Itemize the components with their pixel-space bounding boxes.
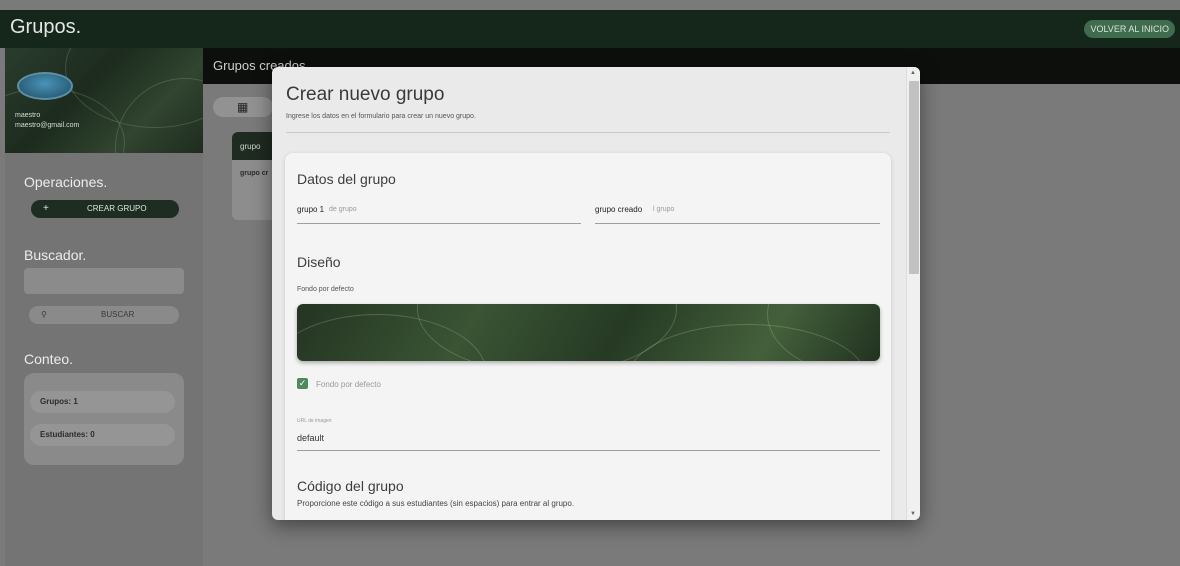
profile-email: maestro@gmail.com bbox=[15, 122, 80, 129]
image-url-underline bbox=[297, 450, 880, 451]
students-count: Estudiantes: 0 bbox=[30, 424, 175, 446]
group-name-placeholder: de grupo bbox=[329, 206, 357, 213]
group-data-heading: Datos del grupo bbox=[297, 171, 396, 187]
count-panel: Grupos: 1 Estudiantes: 0 bbox=[24, 373, 184, 465]
sidebar: maestro maestro@gmail.com Operaciones. +… bbox=[5, 48, 203, 566]
design-heading: Diseño bbox=[297, 254, 341, 270]
checkmark-icon: ✓ bbox=[298, 378, 307, 388]
search-input[interactable] bbox=[24, 268, 184, 294]
profile-name: maestro bbox=[15, 112, 41, 119]
group-name-underline bbox=[297, 223, 581, 224]
create-group-button[interactable]: + CREAR GRUPO bbox=[31, 200, 179, 218]
scroll-up-icon[interactable]: ▲ bbox=[910, 70, 916, 76]
search-heading: Buscador. bbox=[24, 247, 87, 263]
profile-card: maestro maestro@gmail.com bbox=[5, 48, 203, 153]
search-button[interactable]: ⚲ BUSCAR bbox=[29, 306, 179, 324]
top-bar: Grupos. VOLVER AL INICIO bbox=[0, 10, 1180, 48]
dialog-title: Crear nuevo grupo bbox=[286, 84, 445, 105]
group-description-placeholder: l grupo bbox=[653, 206, 675, 213]
create-group-label: CREAR GRUPO bbox=[87, 204, 147, 213]
scroll-down-icon[interactable]: ▼ bbox=[910, 511, 916, 517]
back-to-home-button[interactable]: VOLVER AL INICIO bbox=[1084, 20, 1175, 38]
default-background-checkbox[interactable]: ✓ bbox=[297, 378, 308, 389]
avatar[interactable] bbox=[17, 72, 73, 100]
plus-icon: + bbox=[43, 203, 49, 214]
count-heading: Conteo. bbox=[24, 351, 74, 367]
groups-count: Grupos: 1 bbox=[30, 391, 175, 413]
group-name-input[interactable]: grupo 1 bbox=[297, 205, 324, 214]
background-preview bbox=[297, 304, 880, 361]
view-toggle-button[interactable]: ▦ bbox=[213, 97, 273, 117]
group-form: Datos del grupo grupo 1 de grupo grupo c… bbox=[285, 153, 891, 520]
dialog-subtitle: Ingrese los datos en el formulario para … bbox=[286, 113, 476, 120]
group-description-underline bbox=[595, 223, 880, 224]
group-code-description: Proporcione este código a sus estudiante… bbox=[297, 499, 575, 508]
image-url-input[interactable]: default bbox=[297, 433, 324, 443]
search-icon: ⚲ bbox=[41, 310, 47, 319]
group-description-input[interactable]: grupo creado bbox=[595, 205, 642, 214]
create-group-dialog: Crear nuevo grupo Ingrese los datos en e… bbox=[272, 67, 920, 520]
dialog-divider bbox=[286, 132, 890, 133]
default-background-label: Fondo por defecto bbox=[297, 286, 354, 293]
image-url-label: URL de imagen bbox=[297, 418, 332, 424]
app-title: Grupos. bbox=[10, 16, 82, 38]
dialog-scrollbar[interactable]: ▲ ▼ bbox=[906, 67, 920, 520]
default-background-checkbox-label: Fondo por defecto bbox=[316, 380, 381, 389]
search-button-label: BUSCAR bbox=[101, 310, 135, 319]
scrollbar-thumb[interactable] bbox=[909, 81, 919, 274]
grid-icon: ▦ bbox=[237, 100, 249, 114]
group-code-heading: Código del grupo bbox=[297, 478, 404, 494]
operations-heading: Operaciones. bbox=[24, 174, 108, 190]
